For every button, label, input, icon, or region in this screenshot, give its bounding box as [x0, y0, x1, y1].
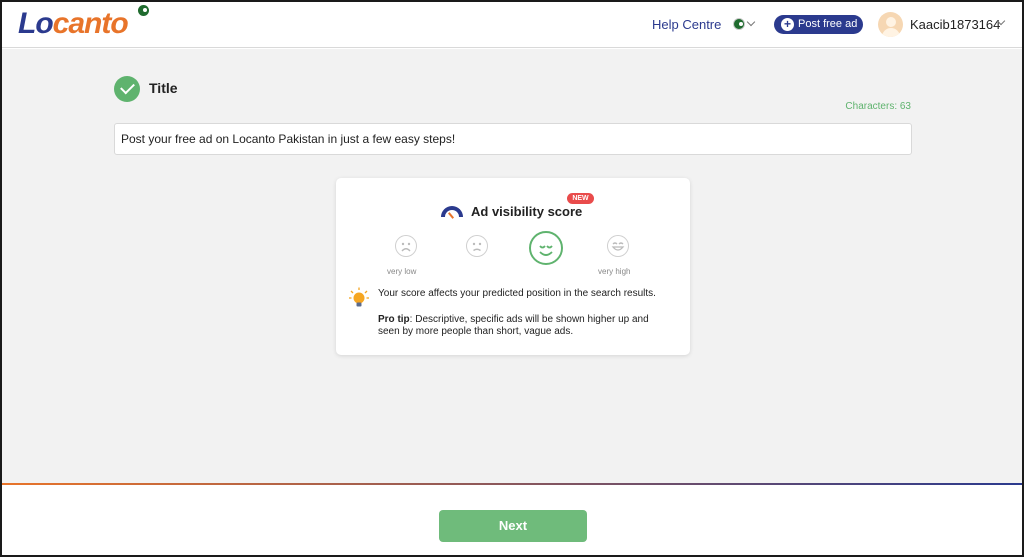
- very-happy-face-icon: [607, 235, 629, 257]
- very-sad-face-icon: [395, 235, 417, 257]
- scale-label-very-high: very high: [598, 267, 631, 276]
- new-badge: NEW: [567, 193, 594, 204]
- section-title: Title: [149, 80, 178, 96]
- username[interactable]: Kaacib1873164: [910, 17, 1000, 32]
- visibility-description: Your score affects your predicted positi…: [378, 288, 656, 299]
- happy-face-icon: [529, 231, 563, 265]
- character-count: Characters: 63: [845, 101, 911, 112]
- post-free-ad-button[interactable]: + Post free ad: [774, 15, 863, 34]
- chevron-down-icon: [746, 17, 756, 27]
- pro-tip-label: Pro tip: [378, 314, 410, 325]
- next-button[interactable]: Next: [439, 510, 587, 542]
- lightbulb-icon: [348, 287, 370, 309]
- footer-bar: Next: [2, 485, 1022, 555]
- pro-tip: Pro tip: Descriptive, specific ads will …: [378, 314, 668, 338]
- title-input[interactable]: [114, 123, 912, 155]
- visibility-title: Ad visibility score: [471, 204, 583, 219]
- scale-label-very-low: very low: [387, 267, 417, 276]
- logo-text-lo: Lo: [18, 7, 54, 40]
- top-header: Locanto Help Centre + Post free ad Kaaci…: [2, 2, 1022, 48]
- pakistan-flag-icon: [733, 18, 745, 30]
- avatar[interactable]: [878, 12, 903, 37]
- avatar-body: [882, 28, 900, 37]
- country-selector[interactable]: [733, 16, 757, 34]
- check-icon: [114, 76, 140, 102]
- help-centre-link[interactable]: Help Centre: [652, 17, 721, 32]
- locanto-logo[interactable]: Locanto: [18, 4, 129, 44]
- logo-text-canto: canto: [52, 7, 129, 40]
- sad-face-icon: [466, 235, 488, 257]
- plus-icon: +: [781, 18, 794, 31]
- avatar-head: [886, 17, 896, 27]
- pro-tip-text: : Descriptive, specific ads will be show…: [378, 314, 649, 337]
- ad-visibility-card: Ad visibility score NEW very low very hi…: [336, 178, 690, 355]
- post-free-ad-label: Post free ad: [798, 18, 858, 30]
- main-content: Title Characters: 63 Ad visibility score…: [2, 49, 1022, 484]
- gauge-icon: [441, 206, 463, 217]
- pakistan-flag-icon: [138, 5, 149, 16]
